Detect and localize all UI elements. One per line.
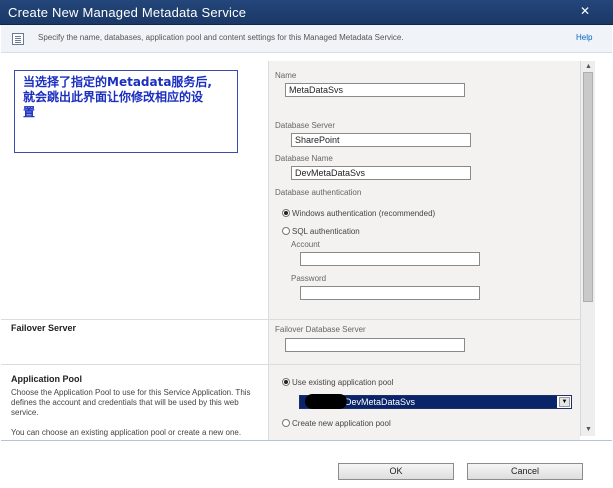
help-link[interactable]: Help <box>576 33 592 42</box>
dialog-description: Specify the name, databases, application… <box>38 33 404 42</box>
account-input[interactable] <box>300 252 480 266</box>
info-bar: Specify the name, databases, application… <box>1 25 612 53</box>
scroll-up-icon[interactable]: ▲ <box>584 62 593 71</box>
callout-line: 当选择了指定的Metadata服务后, <box>23 75 212 89</box>
footer-divider <box>1 440 612 441</box>
database-server-input[interactable]: SharePoint <box>291 133 471 147</box>
name-label: Name <box>275 71 297 80</box>
sql-auth-radio[interactable] <box>282 227 290 235</box>
dialog-title: Create New Managed Metadata Service <box>8 5 247 20</box>
ok-button[interactable]: OK <box>338 463 454 480</box>
app-pool-section-title: Application Pool <box>11 374 82 384</box>
section-divider <box>1 319 580 320</box>
callout-line: 就会跳出此界面让你修改相应的设 <box>23 90 204 104</box>
database-auth-label: Database authentication <box>275 188 362 197</box>
section-divider <box>1 364 580 365</box>
database-name-input[interactable]: DevMetaDataSvs <box>291 166 471 180</box>
password-label: Password <box>291 274 327 283</box>
password-input[interactable] <box>300 286 480 300</box>
close-icon[interactable]: ✕ <box>576 3 594 19</box>
database-name-label: Database Name <box>275 154 333 163</box>
create-new-pool-label: Create new application pool <box>292 419 391 428</box>
use-existing-pool-label: Use existing application pool <box>292 378 394 387</box>
app-pool-description-2: You can choose an existing application p… <box>11 428 242 437</box>
database-server-label: Database Server <box>275 121 336 130</box>
use-existing-pool-radio[interactable] <box>282 378 290 386</box>
form-content: 当选择了指定的Metadata服务后, 就会跳出此界面让你修改相应的设 置 Na… <box>1 61 596 440</box>
windows-auth-radio[interactable] <box>282 209 290 217</box>
dialog-title-bar: Create New Managed Metadata Service ✕ <box>0 0 613 25</box>
cancel-button[interactable]: Cancel <box>467 463 583 480</box>
callout-line: 置 <box>23 105 36 119</box>
windows-auth-label: Windows authentication (recommended) <box>292 209 436 218</box>
account-label: Account <box>291 240 320 249</box>
sql-auth-label: SQL authentication <box>292 227 360 236</box>
scroll-down-icon[interactable]: ▼ <box>584 425 593 434</box>
redaction-mark <box>305 394 347 409</box>
failover-section-title: Failover Server <box>11 323 77 333</box>
vertical-scrollbar[interactable]: ▲ ▼ <box>580 61 595 436</box>
chevron-down-icon[interactable]: ▼ <box>559 397 570 407</box>
name-input[interactable]: MetaDataSvs <box>285 83 465 97</box>
create-new-pool-radio[interactable] <box>282 419 290 427</box>
failover-db-label: Failover Database Server <box>275 325 366 334</box>
app-pool-select[interactable]: DevMetaDataSvs ▼ <box>299 394 572 409</box>
annotation-callout: 当选择了指定的Metadata服务后, 就会跳出此界面让你修改相应的设 置 <box>14 70 238 153</box>
failover-db-input[interactable] <box>285 338 465 352</box>
document-icon <box>12 33 24 45</box>
scrollbar-thumb[interactable] <box>583 72 593 302</box>
app-pool-description: Choose the Application Pool to use for t… <box>11 388 251 417</box>
